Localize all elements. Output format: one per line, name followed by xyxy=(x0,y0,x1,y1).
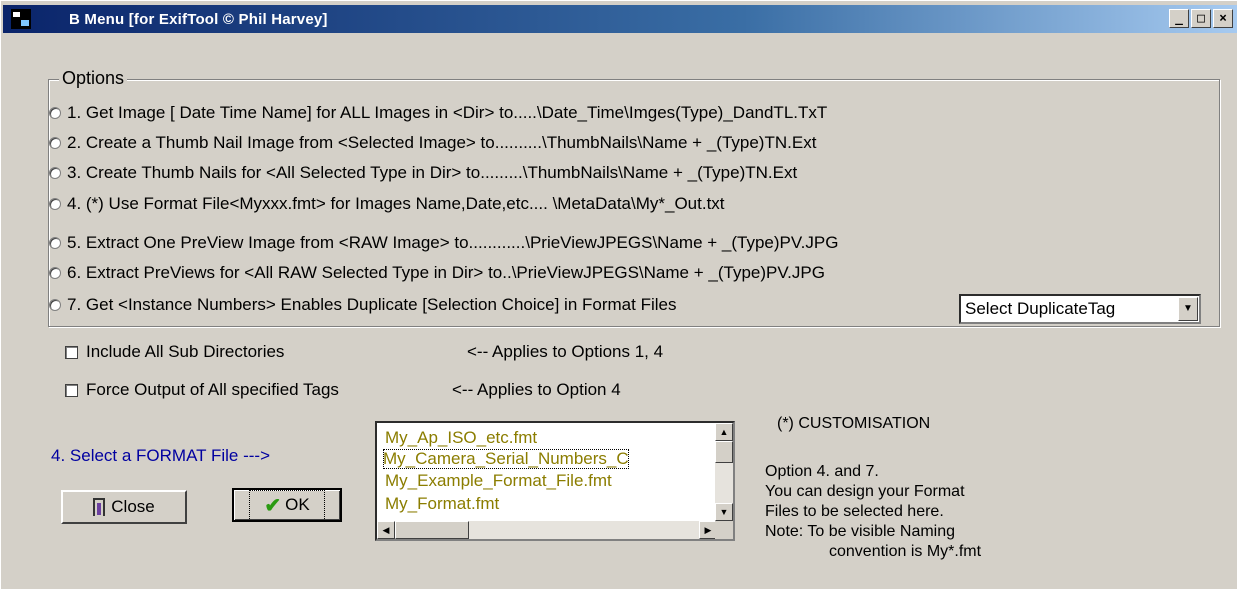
checkmark-icon: ✔ xyxy=(264,494,282,517)
format-file-list[interactable]: My_Ap_ISO_etc.fmt My_Camera_Serial_Numbe… xyxy=(375,421,735,541)
include-subdirs-checkbox[interactable]: Include All Sub Directories xyxy=(65,342,284,362)
title-bar[interactable]: B Menu [for ExifTool © Phil Harvey] _ □ … xyxy=(3,5,1237,33)
ok-button-label: OK xyxy=(285,495,310,514)
option-6[interactable]: 6. Extract PreViews for <All RAW Selecte… xyxy=(49,263,825,283)
option-7-label: 7. Get <Instance Numbers> Enables Duplic… xyxy=(67,295,677,314)
select-format-label: 4. Select a FORMAT File ---> xyxy=(51,446,270,465)
app-icon xyxy=(11,9,31,29)
close-button[interactable]: Close xyxy=(61,490,187,524)
radio-icon[interactable] xyxy=(49,107,61,119)
radio-icon[interactable] xyxy=(49,137,61,149)
close-button-label: Close xyxy=(111,497,155,516)
scroll-up-icon[interactable]: ▲ xyxy=(715,423,733,441)
option-4[interactable]: 4. (*) Use Format File<Myxxx.fmt> for Im… xyxy=(49,194,725,214)
customisation-line: Option 4. and 7. xyxy=(765,463,879,480)
scroll-left-icon[interactable]: ◀ xyxy=(377,521,395,539)
option-3[interactable]: 3. Create Thumb Nails for <All Selected … xyxy=(49,163,797,183)
options-legend: Options xyxy=(59,68,128,89)
include-subdirs-label: Include All Sub Directories xyxy=(86,342,285,361)
window-title: B Menu [for ExifTool © Phil Harvey] xyxy=(69,10,328,28)
customisation-line: Files to be selected here. xyxy=(765,503,944,520)
option-5-label: 5. Extract One PreView Image from <RAW I… xyxy=(67,233,839,252)
vertical-scroll-thumb[interactable] xyxy=(715,441,733,463)
close-window-button[interactable]: × xyxy=(1213,9,1233,28)
radio-icon[interactable] xyxy=(49,299,61,311)
radio-icon[interactable] xyxy=(49,267,61,279)
option-2[interactable]: 2. Create a Thumb Nail Image from <Selec… xyxy=(49,133,816,153)
force-output-label: Force Output of All specified Tags xyxy=(86,380,339,399)
subdirs-note: <-- Applies to Options 1, 4 xyxy=(467,342,664,361)
customisation-line: Note: To be visible Naming xyxy=(765,523,956,540)
customisation-title: (*) CUSTOMISATION xyxy=(777,415,931,432)
list-item[interactable]: My_Example_Format_File.fmt xyxy=(385,471,612,491)
customisation-line: You can design your Format xyxy=(765,483,965,500)
checkbox-icon[interactable] xyxy=(65,383,78,397)
option-2-label: 2. Create a Thumb Nail Image from <Selec… xyxy=(67,133,817,152)
duplicate-tag-value: Select DuplicateTag xyxy=(965,299,1116,318)
scroll-down-icon[interactable]: ▼ xyxy=(715,503,733,521)
minimize-button[interactable]: _ xyxy=(1169,9,1189,28)
dialog-window: B Menu [for ExifTool © Phil Harvey] _ □ … xyxy=(0,0,1238,590)
ok-button[interactable]: ✔ OK xyxy=(232,488,342,522)
radio-icon[interactable] xyxy=(49,167,61,179)
option-6-label: 6. Extract PreViews for <All RAW Selecte… xyxy=(67,263,825,282)
option-1[interactable]: 1. Get Image [ Date Time Name] for ALL I… xyxy=(49,103,827,123)
duplicate-tag-select[interactable]: Select DuplicateTag ▼ xyxy=(959,294,1201,324)
list-item[interactable]: My_Camera_Serial_Numbers_C xyxy=(383,449,629,469)
door-exit-icon xyxy=(93,498,106,516)
scroll-corner xyxy=(715,521,733,539)
force-output-checkbox[interactable]: Force Output of All specified Tags xyxy=(65,380,339,400)
force-output-note: <-- Applies to Option 4 xyxy=(452,380,621,399)
radio-icon[interactable] xyxy=(49,237,61,249)
option-1-label: 1. Get Image [ Date Time Name] for ALL I… xyxy=(67,103,828,122)
caption-buttons: _ □ × xyxy=(1169,9,1233,28)
dropdown-arrow-icon[interactable]: ▼ xyxy=(1178,297,1198,321)
maximize-button[interactable]: □ xyxy=(1191,9,1211,28)
list-item[interactable]: My_Ap_ISO_etc.fmt xyxy=(385,428,537,448)
vertical-scrollbar[interactable]: ▲ ▼ xyxy=(715,423,733,521)
horizontal-scroll-thumb[interactable] xyxy=(395,521,469,539)
option-7[interactable]: 7. Get <Instance Numbers> Enables Duplic… xyxy=(49,295,676,315)
horizontal-scrollbar[interactable]: ◀ ▶ xyxy=(377,521,717,539)
ok-focus-rect: ✔ OK xyxy=(249,489,325,521)
option-5[interactable]: 5. Extract One PreView Image from <RAW I… xyxy=(49,233,838,253)
option-4-label: 4. (*) Use Format File<Myxxx.fmt> for Im… xyxy=(67,194,725,213)
customisation-line: convention is My*.fmt xyxy=(829,543,982,560)
radio-icon[interactable] xyxy=(49,198,61,210)
option-3-label: 3. Create Thumb Nails for <All Selected … xyxy=(67,163,798,182)
checkbox-icon[interactable] xyxy=(65,345,78,359)
list-item[interactable]: My_Format.fmt xyxy=(385,494,499,514)
